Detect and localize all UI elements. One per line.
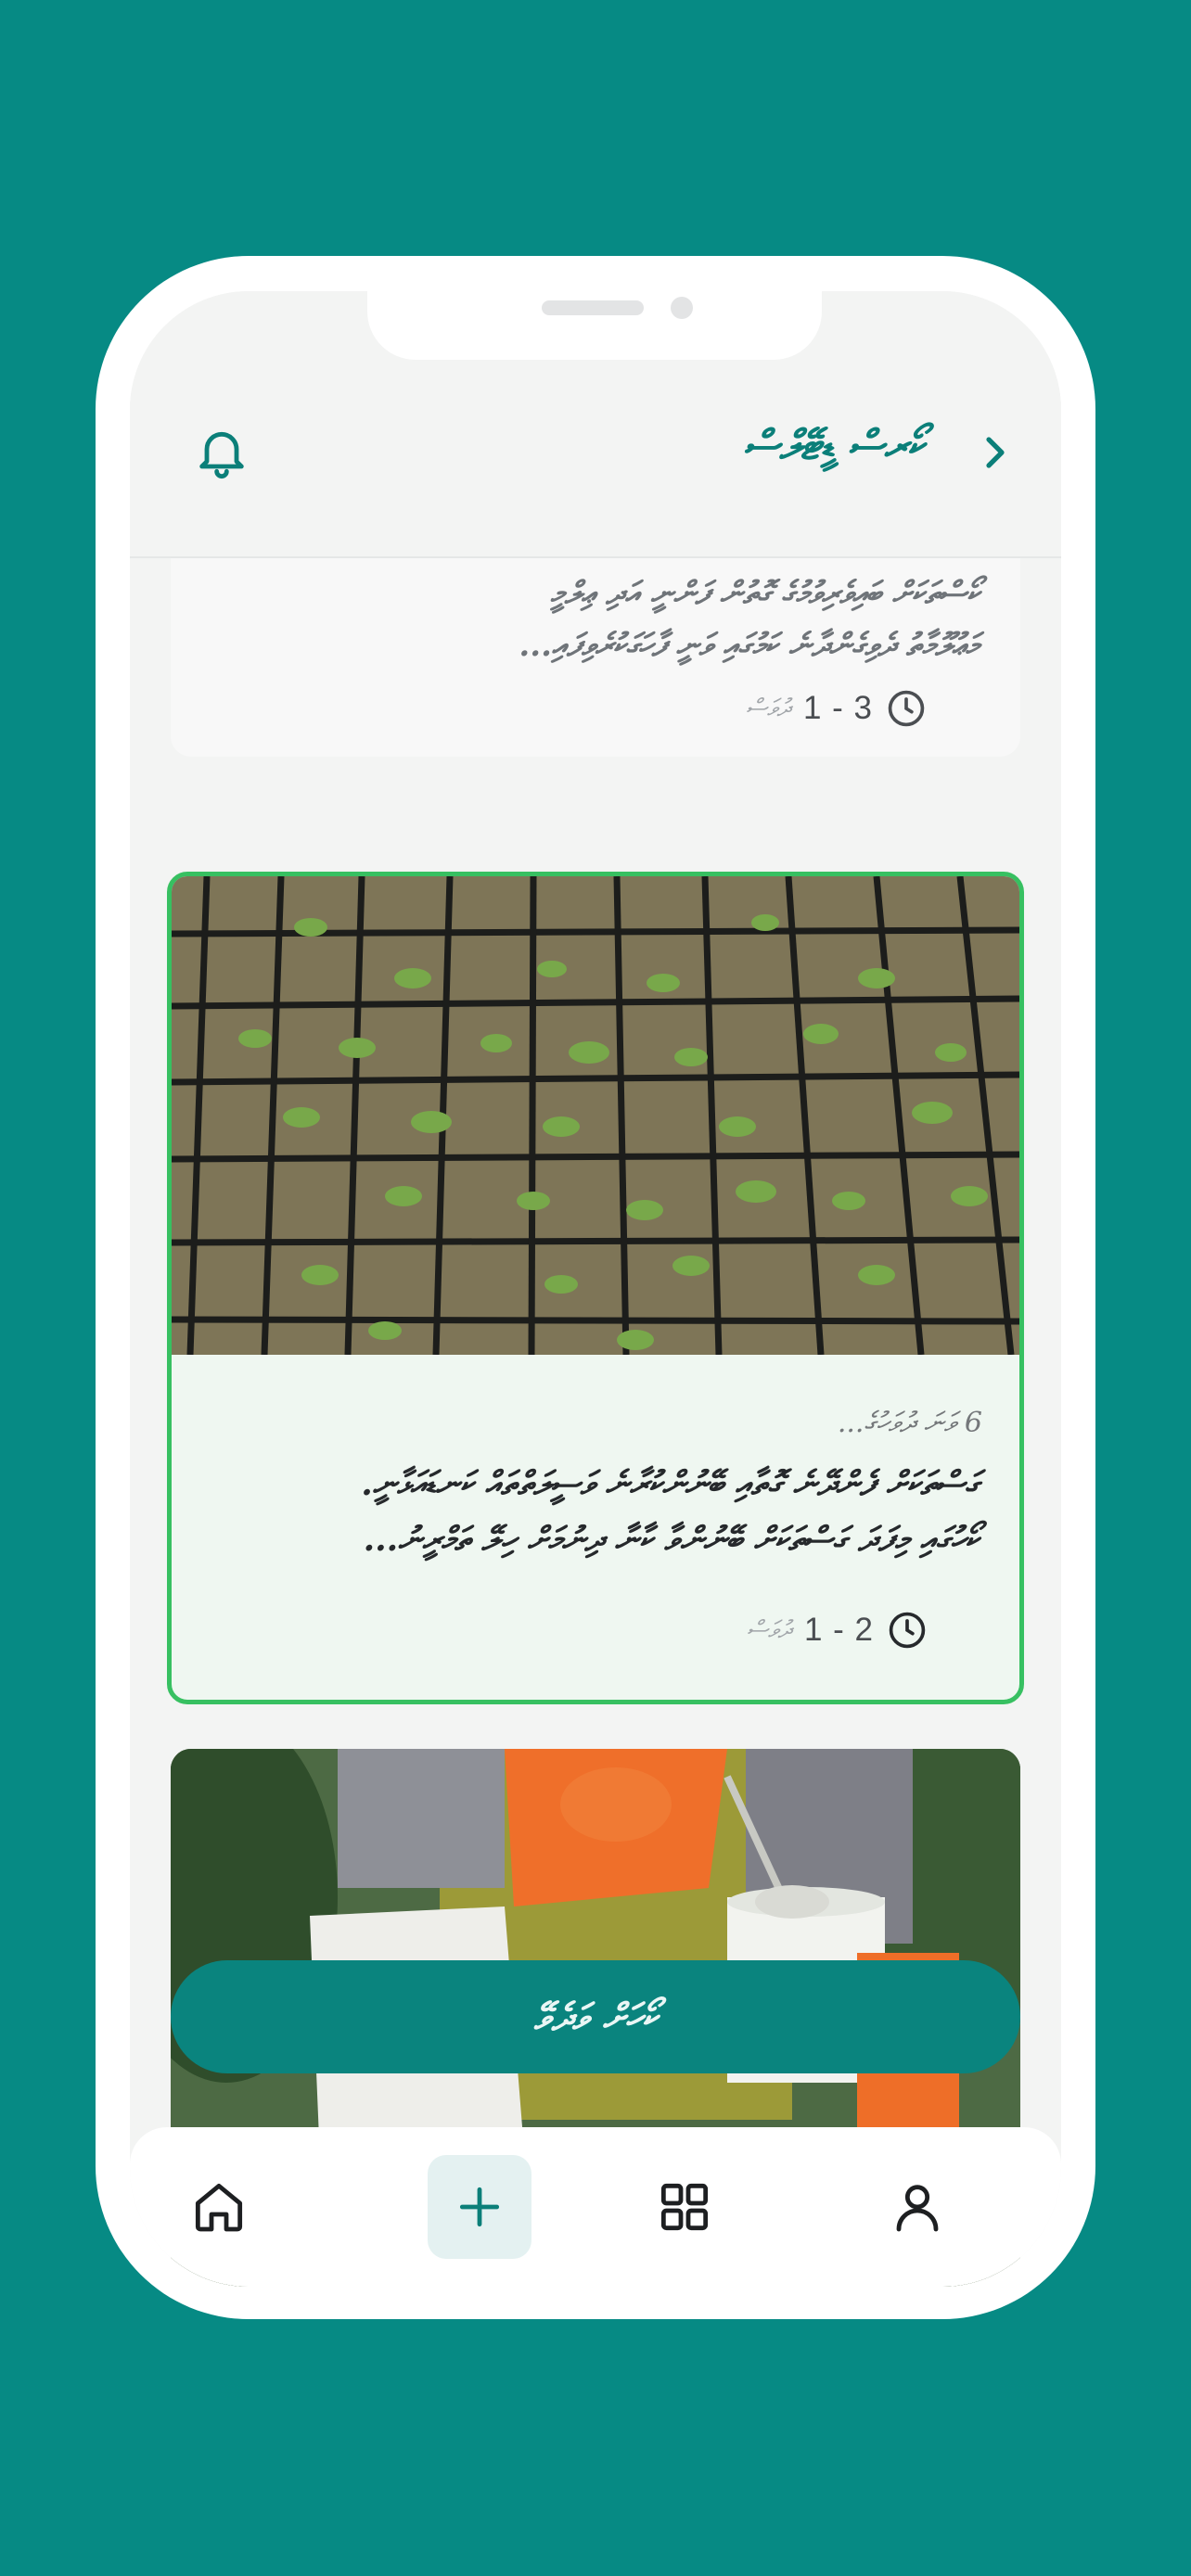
card-text-line: ކޯސްތަކަށް ބައިވެރިވުމުގެ ގޮތުން ފަންނީ … (550, 575, 980, 612)
tab-grid[interactable] (633, 2155, 736, 2259)
duration-row: ދުވަސް 1 - 3 (746, 685, 927, 732)
user-icon (896, 2185, 939, 2232)
tab-profile[interactable] (865, 2155, 969, 2259)
card-kicker: 6 ވަނަ ދުވަހުގެ... (837, 1407, 982, 1439)
duration-value: 1 - 2 (803, 1612, 874, 1648)
home-icon (195, 2183, 243, 2232)
seedling-tray-image (172, 876, 1019, 1355)
camera (671, 297, 693, 319)
bottom-tab-bar (130, 2127, 1061, 2287)
clock-icon (888, 690, 925, 727)
card-text-line: މަޢުލޫމާތު ދެވިގެންދާނެ ކަމުގައި ވަނީ ފާ… (519, 627, 980, 664)
app-screen: ކޯރސް ޑީޓޭލްސް ކޯސްތަކަށް ބައިވެރިވުމުގެ… (130, 291, 1061, 2287)
speaker (542, 300, 644, 315)
page-title: ކޯރސް ޑީޓޭލްސް (743, 422, 925, 469)
clock-icon (889, 1612, 926, 1649)
grid-icon (660, 2183, 709, 2231)
tab-add[interactable] (428, 2155, 531, 2259)
duration-row: ދުވަސް 1 - 2 (747, 1607, 928, 1653)
top-header: ކޯރސް ޑީޓޭލްސް (130, 291, 1061, 558)
card-text-line: ކޯހުގައި މިފަދަ ގަސްތަކަށް ބޭނުންވާ ކާނާ… (363, 1520, 979, 1559)
tab-home[interactable] (167, 2155, 271, 2259)
enroll-button[interactable]: ކޯހަށް ވަދެވޭ (171, 1960, 1020, 2073)
bell-icon[interactable] (192, 422, 251, 481)
plus-icon (459, 2187, 500, 2227)
duration-unit: ދުވަސް (746, 694, 790, 722)
card-text-line: ގަސްތަކަށް ފެންދޭނެ ގޮތާއި ބޭނުންކުރާނެ … (361, 1464, 979, 1503)
chevron-right-icon[interactable] (972, 430, 1017, 475)
course-card-selected[interactable]: 6 ވަނަ ދުވަހުގެ... ގަސްތަކަށް ފެންދޭނެ ގ… (167, 872, 1024, 1704)
duration-value: 1 - 3 (802, 690, 873, 726)
device-notch (367, 291, 822, 360)
duration-unit: ދުވަސް (747, 1615, 791, 1644)
